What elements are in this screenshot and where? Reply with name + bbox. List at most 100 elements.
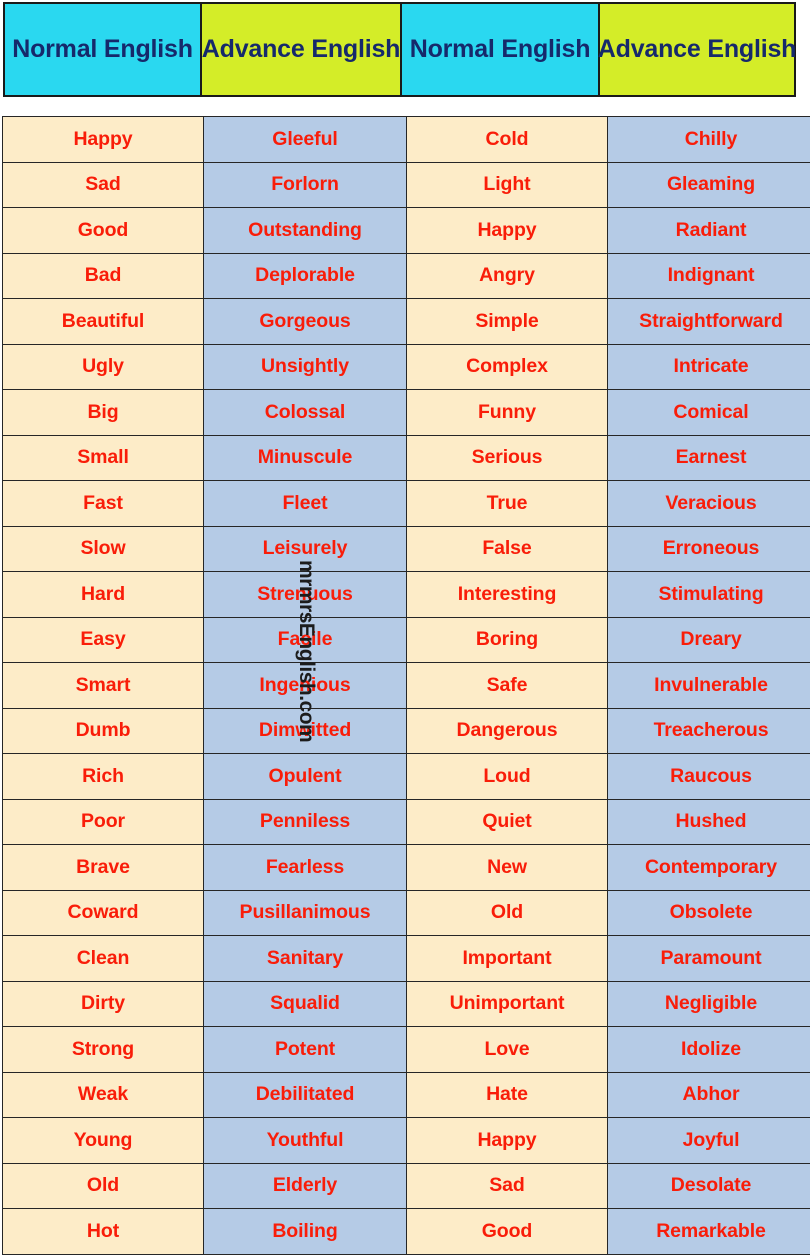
cell-normal-right: Dangerous [406, 707, 608, 754]
table-row: Smart Ingenious Safe Invulnerable [2, 662, 810, 709]
table-row: Fast Fleet True Veracious [2, 480, 810, 527]
cell-advance-left: Opulent [203, 753, 407, 800]
cell-normal-left: Ugly [2, 343, 204, 390]
header-label: Normal English [12, 35, 193, 63]
cell-normal-left: Coward [2, 889, 204, 936]
cell-advance-left: Deplorable [203, 252, 407, 299]
cell-normal-right: Hate [406, 1071, 608, 1118]
table-row: Easy Facile Boring Dreary [2, 616, 810, 663]
cell-normal-left: Easy [2, 616, 204, 663]
cell-advance-right: Invulnerable [607, 662, 810, 709]
cell-advance-left: Unsightly [203, 343, 407, 390]
cell-normal-right: Old [406, 889, 608, 936]
cell-normal-left: Poor [2, 798, 204, 845]
cell-advance-left: Leisurely [203, 525, 407, 572]
cell-normal-left: Happy [2, 116, 204, 163]
cell-normal-right: Light [406, 161, 608, 208]
cell-advance-right: Negligible [607, 980, 810, 1027]
table-row: Rich Opulent Loud Raucous [2, 753, 810, 800]
table-row: Dirty Squalid Unimportant Negligible [2, 980, 810, 1027]
cell-advance-left: Debilitated [203, 1071, 407, 1118]
cell-normal-left: Small [2, 434, 204, 481]
header-cell-normal-english-2: Normal English [400, 2, 600, 97]
header-label: Advance English [201, 35, 401, 63]
cell-normal-left: Smart [2, 662, 204, 709]
cell-normal-right: Complex [406, 343, 608, 390]
cell-normal-left: Dumb [2, 707, 204, 754]
cell-normal-left: Rich [2, 753, 204, 800]
cell-normal-left: Strong [2, 1026, 204, 1073]
cell-advance-right: Chilly [607, 116, 810, 163]
table-row: Beautiful Gorgeous Simple Straightforward [2, 298, 810, 345]
cell-advance-right: Stimulating [607, 571, 810, 618]
cell-normal-left: Sad [2, 161, 204, 208]
cell-advance-left: Fearless [203, 844, 407, 891]
table-row: Slow Leisurely False Erroneous [2, 525, 810, 572]
cell-advance-right: Hushed [607, 798, 810, 845]
cell-advance-left: Pusillanimous [203, 889, 407, 936]
table-row: Good Outstanding Happy Radiant [2, 207, 810, 254]
cell-advance-right: Remarkable [607, 1208, 810, 1255]
table-row: Young Youthful Happy Joyful [2, 1117, 810, 1164]
header-cell-advance-english-1: Advance English [200, 2, 402, 97]
table-row: Big Colossal Funny Comical [2, 389, 810, 436]
table-row: Hot Boiling Good Remarkable [2, 1208, 810, 1255]
cell-normal-right: True [406, 480, 608, 527]
table-header: Normal English Advance English Normal En… [3, 2, 798, 97]
cell-normal-right: New [406, 844, 608, 891]
cell-advance-left: Gorgeous [203, 298, 407, 345]
cell-normal-right: Cold [406, 116, 608, 163]
table-row: Weak Debilitated Hate Abhor [2, 1071, 810, 1118]
table-row: Clean Sanitary Important Paramount [2, 935, 810, 982]
cell-advance-right: Raucous [607, 753, 810, 800]
cell-normal-left: Old [2, 1162, 204, 1209]
cell-advance-right: Gleaming [607, 161, 810, 208]
cell-advance-right: Joyful [607, 1117, 810, 1164]
cell-advance-right: Obsolete [607, 889, 810, 936]
cell-normal-left: Young [2, 1117, 204, 1164]
cell-normal-left: Beautiful [2, 298, 204, 345]
cell-advance-right: Veracious [607, 480, 810, 527]
cell-advance-right: Dreary [607, 616, 810, 663]
cell-normal-right: Serious [406, 434, 608, 481]
cell-advance-left: Penniless [203, 798, 407, 845]
cell-normal-right: Sad [406, 1162, 608, 1209]
cell-normal-left: Slow [2, 525, 204, 572]
cell-advance-left: Potent [203, 1026, 407, 1073]
cell-advance-right: Contemporary [607, 844, 810, 891]
cell-advance-right: Erroneous [607, 525, 810, 572]
cell-advance-left: Colossal [203, 389, 407, 436]
cell-advance-left: Fleet [203, 480, 407, 527]
cell-normal-left: Brave [2, 844, 204, 891]
cell-normal-left: Weak [2, 1071, 204, 1118]
cell-advance-right: Earnest [607, 434, 810, 481]
cell-advance-right: Comical [607, 389, 810, 436]
cell-normal-right: Interesting [406, 571, 608, 618]
cell-advance-right: Radiant [607, 207, 810, 254]
cell-normal-left: Hard [2, 571, 204, 618]
cell-normal-right: Loud [406, 753, 608, 800]
cell-normal-left: Hot [2, 1208, 204, 1255]
cell-advance-left: Elderly [203, 1162, 407, 1209]
cell-advance-right: Idolize [607, 1026, 810, 1073]
table-row: Poor Penniless Quiet Hushed [2, 798, 810, 845]
header-label: Advance English [597, 35, 797, 63]
cell-normal-left: Big [2, 389, 204, 436]
table-row: Coward Pusillanimous Old Obsolete [2, 889, 810, 936]
cell-advance-left: Facile [203, 616, 407, 663]
table-body: Happy Gleeful Cold Chilly Sad Forlorn Light Gle… [2, 116, 810, 1255]
table-row: Small Minuscule Serious Earnest [2, 434, 810, 481]
table-row: Dumb Dimwitted Dangerous Treacherous [2, 707, 810, 754]
cell-normal-right: Love [406, 1026, 608, 1073]
cell-normal-right: False [406, 525, 608, 572]
cell-normal-right: Quiet [406, 798, 608, 845]
cell-advance-left: Boiling [203, 1208, 407, 1255]
cell-advance-left: Squalid [203, 980, 407, 1027]
cell-normal-right: Funny [406, 389, 608, 436]
cell-advance-left: Forlorn [203, 161, 407, 208]
table-row: Hard Strenuous Interesting Stimulating [2, 571, 810, 618]
cell-normal-right: Unimportant [406, 980, 608, 1027]
cell-normal-left: Fast [2, 480, 204, 527]
table-row: Brave Fearless New Contemporary [2, 844, 810, 891]
cell-advance-right: Paramount [607, 935, 810, 982]
